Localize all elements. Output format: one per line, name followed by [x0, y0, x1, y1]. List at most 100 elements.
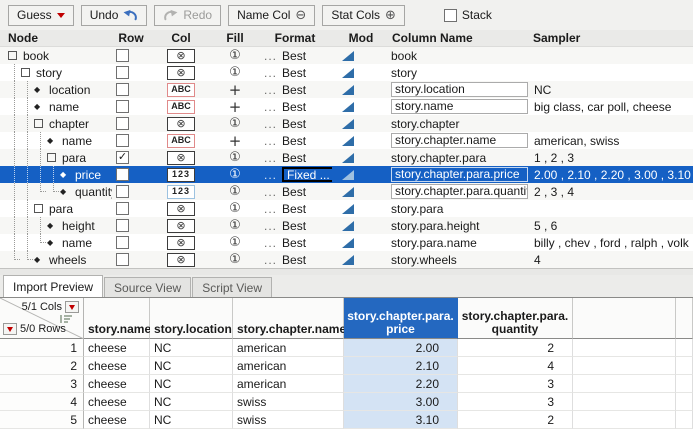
tab-source-view[interactable]: Source View: [104, 277, 191, 297]
row-checkbox[interactable]: [116, 117, 129, 130]
preview-column-header-empty-6[interactable]: [676, 298, 693, 339]
tree-row-story[interactable]: story⊗①...Beststory: [0, 64, 693, 81]
format-button[interactable]: Best: [282, 151, 306, 165]
column-excluded-icon[interactable]: ⊗: [167, 236, 195, 250]
modeling-type-icon[interactable]: [342, 68, 354, 78]
numeric-column-icon[interactable]: 123: [167, 185, 195, 199]
modeling-type-icon[interactable]: [342, 170, 354, 180]
fill-once-icon[interactable]: ①: [229, 184, 241, 199]
column-excluded-icon[interactable]: ⊗: [167, 49, 195, 63]
preview-column-header-story.chapter.para.quantity[interactable]: story.chapter.para.quantity: [458, 298, 573, 339]
modeling-type-icon[interactable]: [342, 204, 354, 214]
modeling-type-icon[interactable]: [342, 255, 354, 265]
row-checkbox[interactable]: [116, 83, 129, 96]
rows-menu-button[interactable]: [3, 323, 17, 335]
numeric-column-icon[interactable]: 123: [167, 168, 195, 182]
name-col-button[interactable]: Name Col ⊖: [228, 5, 315, 26]
node-label[interactable]: chapter: [47, 117, 89, 131]
tree-row-story.location[interactable]: ◆locationABC+...Beststory.locationNC: [0, 81, 693, 98]
preview-column-header-story.chapter.name[interactable]: story.chapter.name: [233, 298, 344, 339]
column-excluded-icon[interactable]: ⊗: [167, 66, 195, 80]
undo-button[interactable]: Undo: [81, 5, 148, 26]
fill-plus-icon[interactable]: +: [229, 132, 242, 149]
format-button[interactable]: Best: [282, 117, 306, 131]
fill-plus-icon[interactable]: +: [229, 81, 242, 98]
row-checkbox[interactable]: [116, 66, 129, 79]
column-excluded-icon[interactable]: ⊗: [167, 151, 195, 165]
tab-import-preview[interactable]: Import Preview: [3, 275, 103, 297]
format-button[interactable]: Best: [282, 66, 306, 80]
stack-checkbox[interactable]: [444, 9, 457, 22]
fill-once-icon[interactable]: ①: [229, 235, 241, 250]
preview-column-header-empty-5[interactable]: [573, 298, 676, 339]
tree-row-story.chapter.para.quantity[interactable]: ◆quantity123①...Beststory.chapter.para.q…: [0, 183, 693, 200]
node-label[interactable]: wheels: [47, 253, 86, 267]
modeling-type-icon[interactable]: [342, 221, 354, 231]
column-name-input[interactable]: story.chapter.para.price: [391, 167, 528, 182]
node-label[interactable]: location: [47, 83, 90, 97]
tree-row-story.name[interactable]: ◆nameABC+...Beststory.namebig class, car…: [0, 98, 693, 115]
modeling-type-icon[interactable]: [342, 153, 354, 163]
row-checkbox[interactable]: [116, 236, 129, 249]
fill-once-icon[interactable]: ①: [229, 116, 241, 131]
column-name-input[interactable]: story.chapter.name: [391, 133, 528, 148]
modeling-type-icon[interactable]: [342, 102, 354, 112]
format-button[interactable]: Best: [282, 202, 306, 216]
column-name-input[interactable]: story.name: [391, 99, 528, 114]
tree-row-story.para[interactable]: para⊗①...Beststory.para: [0, 200, 693, 217]
row-checkbox[interactable]: ✓: [116, 151, 129, 164]
format-button[interactable]: Best: [282, 100, 306, 114]
tree-row-story.chapter[interactable]: chapter⊗①...Beststory.chapter: [0, 115, 693, 132]
row-checkbox[interactable]: [116, 168, 129, 181]
node-label[interactable]: price: [73, 168, 101, 182]
node-label[interactable]: story: [34, 66, 62, 80]
column-name-input[interactable]: story.chapter.para.quantity: [391, 184, 528, 199]
column-excluded-icon[interactable]: ⊗: [167, 253, 195, 267]
fill-once-icon[interactable]: ①: [229, 201, 241, 216]
row-checkbox[interactable]: [116, 100, 129, 113]
character-column-icon[interactable]: ABC: [167, 83, 195, 97]
columns-menu-button[interactable]: [65, 301, 79, 313]
column-excluded-icon[interactable]: ⊗: [167, 117, 195, 131]
tree-row-book[interactable]: book⊗①...Bestbook: [0, 47, 693, 64]
preview-column-header-story.name[interactable]: story.name: [84, 298, 150, 339]
column-excluded-icon[interactable]: ⊗: [167, 202, 195, 216]
row-checkbox[interactable]: [116, 253, 129, 266]
fill-once-icon[interactable]: ①: [229, 218, 241, 233]
modeling-type-icon[interactable]: [342, 51, 354, 61]
column-excluded-icon[interactable]: ⊗: [167, 219, 195, 233]
format-button[interactable]: Best: [282, 83, 306, 97]
character-column-icon[interactable]: ABC: [167, 134, 195, 148]
stat-cols-button[interactable]: Stat Cols ⊕: [322, 5, 405, 26]
node-label[interactable]: name: [60, 236, 92, 250]
node-label[interactable]: name: [60, 134, 92, 148]
fill-once-icon[interactable]: ①: [229, 150, 241, 165]
row-checkbox[interactable]: [116, 219, 129, 232]
node-label[interactable]: book: [21, 49, 49, 63]
tree-row-story.para.height[interactable]: ◆height⊗①...Beststory.para.height5 , 6: [0, 217, 693, 234]
row-checkbox[interactable]: [116, 134, 129, 147]
tree-row-story.chapter.para[interactable]: para✓⊗①...Beststory.chapter.para1 , 2 , …: [0, 149, 693, 166]
fill-once-icon[interactable]: ①: [229, 252, 241, 267]
tree-row-story.chapter.para.price[interactable]: ◆price123①...Fixed ...story.chapter.para…: [0, 166, 693, 183]
row-checkbox[interactable]: [116, 202, 129, 215]
fill-once-icon[interactable]: ①: [229, 48, 241, 63]
preview-column-header-story.location[interactable]: story.location: [150, 298, 233, 339]
node-label[interactable]: height: [60, 219, 95, 233]
node-label[interactable]: para: [47, 202, 73, 216]
modeling-type-icon[interactable]: [342, 119, 354, 129]
format-button[interactable]: Best: [282, 134, 306, 148]
modeling-type-icon[interactable]: [342, 136, 354, 146]
format-button[interactable]: Best: [282, 185, 306, 199]
row-checkbox[interactable]: [116, 49, 129, 62]
tab-script-view[interactable]: Script View: [192, 277, 272, 297]
tree-row-story.wheels[interactable]: ◆wheels⊗①...Beststory.wheels4: [0, 251, 693, 268]
format-button[interactable]: Best: [282, 219, 306, 233]
tree-row-story.chapter.name[interactable]: ◆nameABC+...Beststory.chapter.nameameric…: [0, 132, 693, 149]
redo-button[interactable]: Redo: [154, 5, 221, 26]
modeling-type-icon[interactable]: [342, 187, 354, 197]
character-column-icon[interactable]: ABC: [167, 100, 195, 114]
format-button[interactable]: Fixed ...: [282, 167, 332, 182]
format-button[interactable]: Best: [282, 236, 306, 250]
modeling-type-icon[interactable]: [342, 85, 354, 95]
